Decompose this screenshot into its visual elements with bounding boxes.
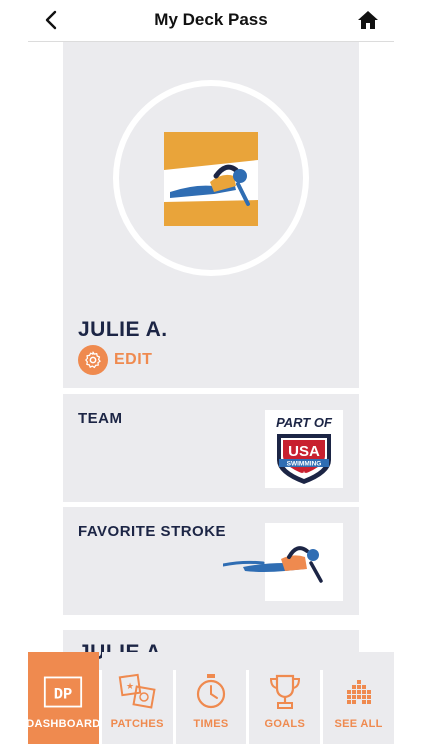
- usa-swimming-logo-icon: PART OF USA SWIMMING ★: [276, 415, 333, 484]
- tab-see-all[interactable]: SEE ALL: [323, 652, 394, 744]
- team-card[interactable]: TEAM PART OF USA SWIMMING ★: [63, 394, 359, 502]
- favorite-stroke-card[interactable]: FAVORITE STROKE: [63, 507, 359, 615]
- stopwatch-icon: [191, 672, 231, 712]
- svg-text:DP: DP: [54, 685, 73, 703]
- home-icon: [358, 11, 378, 29]
- patches-icon: ★: [117, 672, 157, 712]
- svg-text:★: ★: [301, 470, 307, 478]
- freestyle-swimmer-icon: [223, 523, 343, 601]
- tab-goals[interactable]: GOALS: [249, 652, 321, 744]
- top-nav-bar: My Deck Pass: [28, 0, 394, 42]
- logo-text-usa: USA: [288, 443, 320, 460]
- favorite-stroke-label: FAVORITE STROKE: [78, 523, 227, 540]
- stroke-image: [223, 523, 343, 601]
- profile-card: JULIE A. EDIT: [63, 42, 359, 388]
- tab-dashboard[interactable]: DP DASHBOARD: [26, 652, 101, 744]
- tab-label: DASHBOARD: [26, 718, 101, 730]
- tab-label: GOALS: [264, 718, 306, 730]
- dp-logo-icon: DP: [43, 672, 83, 712]
- tab-times[interactable]: TIMES: [175, 652, 247, 744]
- tab-patches[interactable]: ★ PATCHES: [101, 652, 173, 744]
- tab-label: SEE ALL: [334, 718, 383, 730]
- trophy-icon: [265, 672, 305, 712]
- team-label: TEAM: [78, 410, 123, 427]
- tab-label: PATCHES: [110, 718, 164, 730]
- swimmer-badge-icon: [164, 132, 258, 226]
- page-title: My Deck Pass: [154, 10, 268, 29]
- logo-text-swimming: SWIMMING: [287, 461, 322, 468]
- bottom-tab-bar: DP DASHBOARD ★ PATCHES TIMES GOALS SEE A…: [26, 652, 394, 744]
- home-button[interactable]: [356, 8, 380, 32]
- tab-label: TIMES: [193, 718, 229, 730]
- edit-profile-button[interactable]: EDIT: [78, 345, 152, 375]
- edit-label: EDIT: [114, 351, 153, 368]
- gear-icon: [78, 345, 108, 375]
- team-logo: PART OF USA SWIMMING ★: [265, 410, 343, 488]
- logo-text-part-of: PART OF: [276, 415, 333, 430]
- svg-text:★: ★: [126, 681, 134, 691]
- grid-pyramid-icon: [339, 672, 379, 712]
- swimmer-name: JULIE A.: [78, 318, 168, 341]
